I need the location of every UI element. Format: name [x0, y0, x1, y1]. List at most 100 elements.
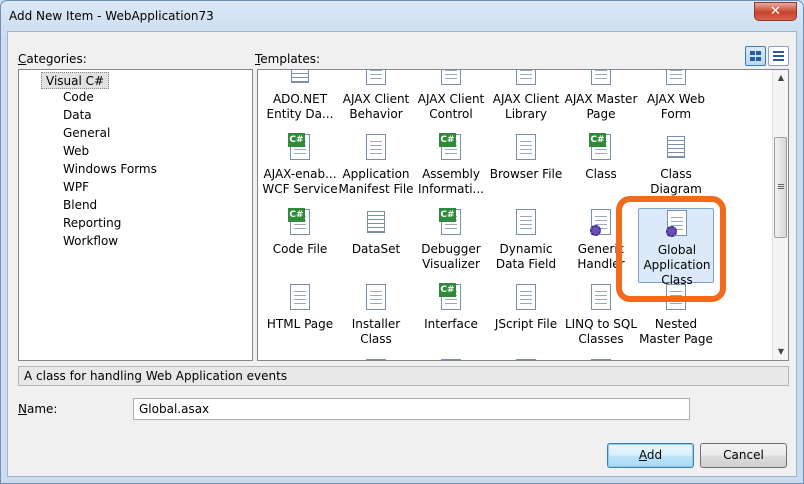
template-dataset[interactable]: DataSet — [338, 208, 414, 283]
database-icon — [664, 358, 688, 360]
template-ado-net-entity-da[interactable]: ADO.NET Entity Da... — [262, 70, 338, 133]
template-nested-master-page[interactable]: Nested Master Page — [638, 283, 714, 358]
category-data[interactable]: Data — [63, 108, 92, 122]
template-unlabeled-26[interactable] — [413, 358, 489, 360]
template-label: DataSet — [351, 242, 401, 256]
template-browser-file[interactable]: Browser File — [488, 133, 564, 208]
medium-icons-icon — [750, 51, 761, 61]
category-blend[interactable]: Blend — [63, 198, 97, 212]
category-web[interactable]: Web — [63, 144, 89, 158]
gear-file-icon — [589, 208, 613, 238]
template-label: ADO.NET Entity Da... — [266, 92, 334, 121]
template-class-diagram[interactable]: Class Diagram — [638, 133, 714, 208]
title-bar: Add New Item - WebApplication73 ✕ — [1, 1, 803, 31]
document-icon — [288, 283, 312, 313]
template-label: AJAX Master Page — [564, 92, 638, 121]
template-label: AJAX Client Control — [417, 92, 485, 121]
template-debugger-visualizer[interactable]: C# Debugger Visualizer — [413, 208, 489, 283]
template-label: Class — [585, 167, 617, 181]
template-ajax-client-control[interactable]: AJAX Client Control — [413, 70, 489, 133]
category-windows-forms[interactable]: Windows Forms — [63, 162, 157, 176]
list-view-button[interactable] — [768, 46, 789, 66]
document-icon — [439, 70, 463, 88]
scroll-down-arrow-icon[interactable]: ▼ — [773, 344, 788, 360]
template-ajax-client-library[interactable]: AJAX Client Library — [488, 70, 564, 133]
categories-label: Categories: — [18, 52, 87, 66]
close-button[interactable]: ✕ — [754, 2, 797, 21]
dialog-body: Categories: Templates: Visual C# Code Dat… — [7, 31, 797, 477]
template-unlabeled-28[interactable] — [563, 358, 639, 360]
name-label: Name: — [18, 402, 58, 416]
window-title: Add New Item - WebApplication73 — [9, 9, 214, 23]
document-icon — [439, 358, 463, 360]
template-label: Code File — [272, 242, 328, 256]
template-ajax-client-behavior[interactable]: AJAX Client Behavior — [338, 70, 414, 133]
csharp-file-icon: C# — [288, 133, 312, 163]
template-label: Application Manifest File — [338, 167, 414, 196]
close-icon: ✕ — [770, 4, 781, 19]
document-icon — [364, 358, 388, 360]
scroll-thumb[interactable] — [774, 137, 787, 238]
template-ajax-master-page[interactable]: AJAX Master Page — [563, 70, 639, 133]
template-label: Nested Master Page — [639, 317, 713, 346]
template-label: Assembly Informati... — [418, 167, 484, 196]
template-label: AJAX Web Form — [647, 92, 705, 121]
template-label: LINQ to SQL Classes — [564, 317, 638, 346]
document-icon — [589, 70, 613, 88]
document-icon — [589, 358, 613, 360]
category-wpf[interactable]: WPF — [63, 180, 89, 194]
template-unlabeled-27[interactable] — [488, 358, 564, 360]
template-jscript-file[interactable]: JScript File — [488, 283, 564, 358]
name-input[interactable]: Global.asax — [133, 398, 690, 420]
template-html-page[interactable]: HTML Page — [262, 283, 338, 358]
category-code[interactable]: Code — [63, 90, 94, 104]
templates-scrollbar[interactable]: ▲ ▼ — [772, 70, 788, 360]
template-class[interactable]: C# Class — [563, 133, 639, 208]
template-label: Installer Class — [351, 317, 401, 346]
template-label: Global Application Class — [643, 243, 711, 287]
document-icon — [514, 133, 538, 163]
categories-tree[interactable]: Visual C# Code Data General Web Windows Form… — [18, 69, 253, 361]
template-ajax-enab-wcf-service[interactable]: C# AJAX-enab... WCF Service — [262, 133, 338, 208]
template-label: Generic Handler — [577, 242, 625, 271]
template-linq-to-sql-classes[interactable]: LINQ to SQL Classes — [563, 283, 639, 358]
add-button[interactable]: Add — [607, 443, 694, 468]
template-unlabeled-24[interactable] — [262, 358, 338, 360]
template-label: AJAX Client Library — [492, 92, 560, 121]
template-unlabeled-25[interactable] — [338, 358, 414, 360]
csharp-file-icon: C# — [288, 208, 312, 238]
document-icon — [364, 283, 388, 313]
category-workflow[interactable]: Workflow — [63, 234, 118, 248]
template-label: Class Diagram — [650, 167, 702, 196]
template-ajax-web-form[interactable]: AJAX Web Form — [638, 70, 714, 133]
template-installer-class[interactable]: Installer Class — [338, 283, 414, 358]
template-generic-handler[interactable]: Generic Handler — [563, 208, 639, 283]
category-reporting[interactable]: Reporting — [63, 216, 121, 230]
templates-grid: ADO.NET Entity Da... AJAX Client Behavior… — [258, 70, 772, 360]
templates-list[interactable]: ADO.NET Entity Da... AJAX Client Behavior… — [257, 69, 789, 361]
category-visual-csharp[interactable]: Visual C# — [41, 72, 110, 89]
template-label: Interface — [424, 317, 478, 331]
document-icon — [514, 358, 538, 360]
template-dynamic-data-field[interactable]: Dynamic Data Field — [488, 208, 564, 283]
template-code-file[interactable]: C# Code File — [262, 208, 338, 283]
document-icon — [514, 283, 538, 313]
template-assembly-informati[interactable]: C# Assembly Informati... — [413, 133, 489, 208]
cancel-button[interactable]: Cancel — [700, 443, 787, 468]
template-interface[interactable]: C# Interface — [413, 283, 489, 358]
medium-icons-view-button[interactable] — [745, 46, 766, 66]
template-global-application-class[interactable]: Global Application Class — [638, 208, 714, 287]
gear-file-icon — [665, 209, 689, 239]
csharp-file-icon: C# — [439, 283, 463, 313]
template-label: Debugger Visualizer — [421, 242, 481, 271]
template-label: JScript File — [494, 317, 558, 331]
document-icon — [664, 70, 688, 88]
template-description: A class for handling Web Application eve… — [18, 366, 789, 386]
scroll-up-arrow-icon[interactable]: ▲ — [773, 70, 788, 86]
document-icon — [589, 283, 613, 313]
category-general[interactable]: General — [63, 126, 110, 140]
template-unlabeled-29[interactable] — [638, 358, 714, 360]
document-icon — [664, 283, 688, 313]
template-label: AJAX Client Behavior — [342, 92, 410, 121]
template-application-manifest-file[interactable]: Application Manifest File — [338, 133, 414, 208]
